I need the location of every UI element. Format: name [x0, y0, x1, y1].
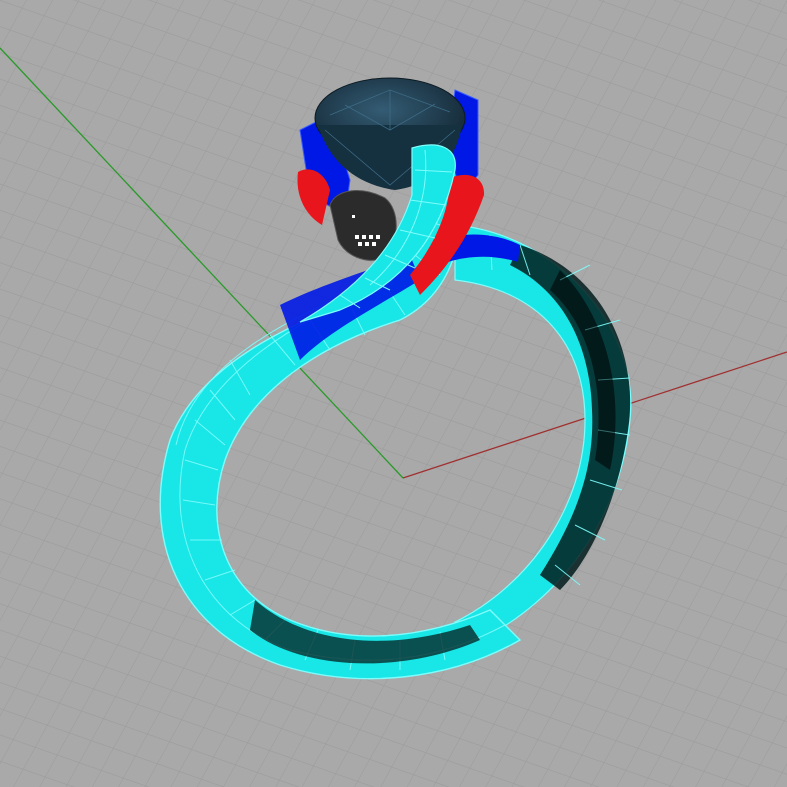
3d-viewport[interactable]: [0, 0, 787, 787]
